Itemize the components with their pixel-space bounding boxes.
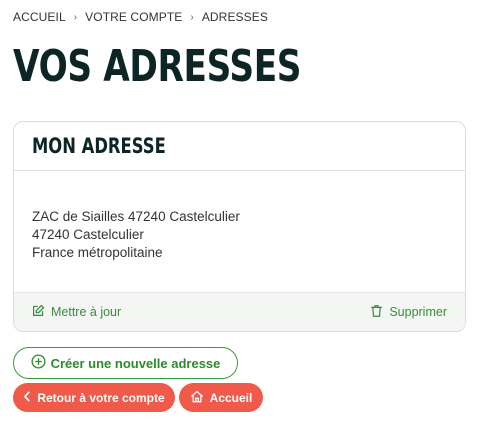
delete-address-button[interactable]: Supprimer bbox=[370, 304, 447, 321]
delete-address-label: Supprimer bbox=[389, 305, 447, 319]
breadcrumb-separator: › bbox=[73, 11, 78, 23]
trash-icon bbox=[370, 304, 389, 321]
update-address-button[interactable]: Mettre à jour bbox=[32, 304, 121, 320]
address-card: MON ADRESSE ZAC de Siailles 47240 Castel… bbox=[13, 121, 466, 332]
address-line-3: France métropolitaine bbox=[32, 245, 163, 260]
breadcrumb-account[interactable]: VOTRE COMPTE bbox=[85, 10, 182, 24]
home-button[interactable]: Accueil bbox=[179, 383, 263, 412]
address-card-body: ZAC de Siailles 47240 Castelculier 47240… bbox=[14, 171, 465, 293]
chevron-left-icon bbox=[23, 391, 37, 405]
address-card-footer: Mettre à jour Supprimer bbox=[14, 292, 465, 331]
update-address-label: Mettre à jour bbox=[51, 305, 122, 319]
breadcrumb-separator: › bbox=[190, 11, 194, 23]
create-address-button[interactable]: Créer une nouvelle adresse bbox=[13, 347, 238, 379]
breadcrumb-current: ADRESSES bbox=[201, 10, 268, 24]
breadcrumb-home[interactable]: ACCUEIL bbox=[13, 10, 66, 24]
home-label: Accueil bbox=[209, 390, 253, 405]
address-card-header: MON ADRESSE bbox=[14, 122, 465, 171]
address-card-title: MON ADRESSE bbox=[32, 134, 166, 158]
address-line-1: ZAC de Siailles 47240 Castelculier bbox=[32, 209, 240, 224]
back-to-account-button[interactable]: Retour à votre compte bbox=[13, 383, 175, 412]
home-icon bbox=[190, 390, 210, 406]
breadcrumb: ACCUEIL › VOTRE COMPTE › ADRESSES bbox=[13, 10, 268, 24]
create-address-label: Créer une nouvelle adresse bbox=[50, 355, 221, 371]
page-title: VOS ADRESSES bbox=[13, 41, 302, 92]
address-line-2: 47240 Castelculier bbox=[32, 227, 144, 242]
back-to-account-label: Retour à votre compte bbox=[37, 390, 165, 405]
pencil-square-icon bbox=[32, 304, 51, 320]
plus-circle-icon bbox=[31, 354, 51, 372]
